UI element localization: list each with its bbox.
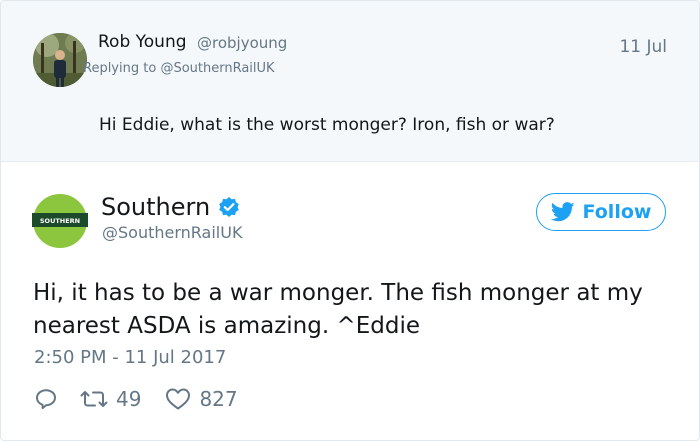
main-author-handle[interactable]: @SouthernRailUK [102, 223, 242, 242]
parent-date[interactable]: 11 Jul [619, 37, 667, 57]
like-button[interactable]: 827 [165, 387, 238, 411]
replying-to-prefix: Replying to [83, 61, 161, 76]
like-count: 827 [199, 387, 238, 411]
southern-avatar[interactable]: SOUTHERN [32, 193, 88, 249]
reply-icon [36, 389, 56, 410]
southern-logo-text: SOUTHERN [40, 217, 80, 225]
retweet-icon [80, 391, 108, 407]
twitter-bird-icon [550, 202, 575, 222]
tweet-actions: 49 827 [34, 386, 238, 412]
verified-icon [218, 196, 240, 218]
retweet-count: 49 [116, 387, 142, 411]
replying-to-link[interactable]: @SouthernRailUK [160, 61, 274, 76]
parent-author-name[interactable]: Rob Young [98, 32, 187, 52]
tweet-timestamp[interactable]: 2:50 PM - 11 Jul 2017 [34, 347, 226, 368]
main-tweet-text: Hi, it has to be a war monger. The fish … [33, 280, 643, 339]
parent-tweet-text: Hi Eddie, what is the worst monger? Iron… [99, 115, 555, 135]
parent-tweet[interactable]: Rob Young @robjyoung Replying to @Southe… [1, 1, 699, 162]
like-icon [166, 388, 191, 410]
main-author-block[interactable]: Southern [101, 193, 240, 221]
follow-button-label: Follow [582, 201, 652, 223]
main-author-name[interactable]: Southern [101, 193, 210, 221]
follow-button[interactable]: Follow [536, 193, 666, 231]
retweet-button[interactable]: 49 [80, 387, 141, 411]
replying-to-line: Replying to @SouthernRailUK [83, 61, 275, 76]
reply-button[interactable] [34, 387, 58, 411]
parent-avatar[interactable] [33, 33, 87, 87]
parent-author-handle[interactable]: @robjyoung [197, 34, 287, 52]
tweet-embed: Rob Young @robjyoung Replying to @Southe… [0, 0, 700, 441]
